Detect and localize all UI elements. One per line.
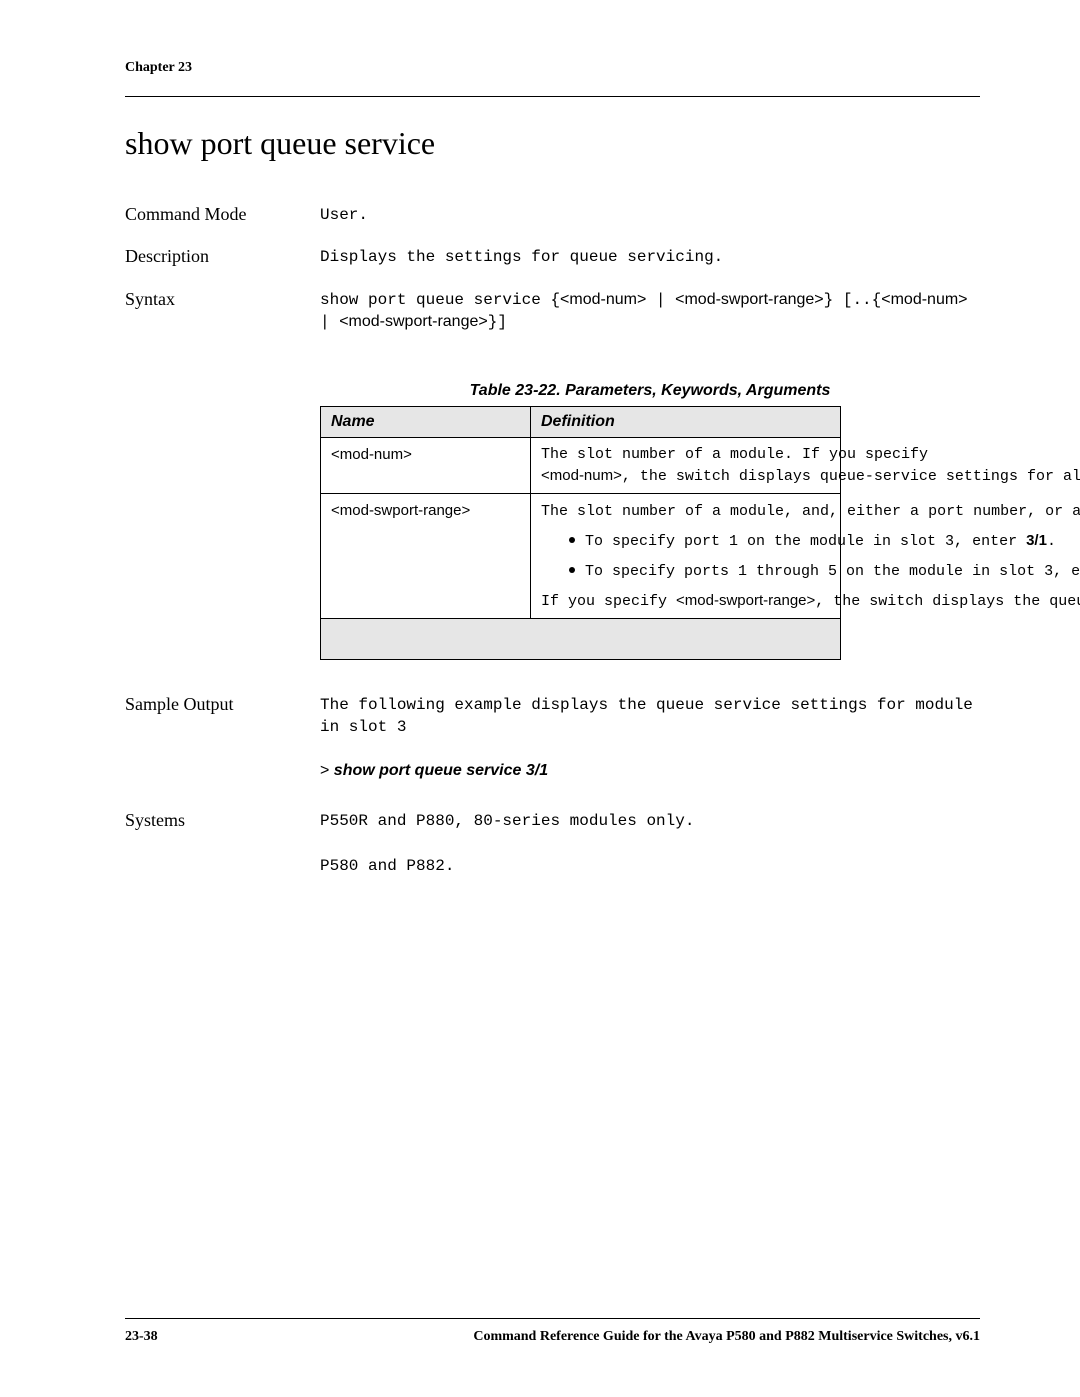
bullet-icon: [569, 567, 575, 573]
command-text: show port queue service 3/1: [334, 762, 548, 779]
book-title: Command Reference Guide for the Avaya P5…: [473, 1329, 980, 1345]
def-text: To specify ports 1 through 5 on the modu…: [585, 563, 1080, 580]
def-text: The slot number of a module, and, either…: [541, 503, 1080, 520]
syntax-arg: <mod-swport-range>: [675, 291, 824, 308]
syntax-text: } [..{: [824, 291, 882, 309]
description-value: Displays the settings for queue servicin…: [320, 246, 980, 268]
syntax-text: |: [320, 313, 339, 331]
table-row-empty: [321, 618, 841, 659]
systems-row: Systems P550R and P880, 80-series module…: [125, 810, 980, 832]
def-emph: 3/1: [1026, 532, 1047, 549]
syntax-row: Syntax show port queue service {<mod-num…: [125, 289, 980, 334]
page-number: 23-38: [125, 1329, 158, 1345]
command-line: > show port queue service 3/1: [320, 762, 980, 780]
def-text: , the switch displays the queue-service …: [815, 593, 1080, 610]
chapter-label: Chapter 23: [125, 60, 980, 76]
syntax-arg: <mod-num>: [881, 291, 967, 308]
syntax-label: Syntax: [125, 289, 320, 334]
prompt: >: [320, 762, 334, 779]
param-name: <mod-swport-range>: [321, 493, 531, 618]
page-title: show port queue service: [125, 125, 980, 162]
table-row: <mod-num> The slot number of a module. I…: [321, 437, 841, 493]
sample-output-label: Sample Output: [125, 694, 320, 739]
syntax-text: |: [646, 291, 675, 309]
sample-output-value: The following example displays the queue…: [320, 694, 980, 739]
def-text: To specify port 1 on the module in slot …: [585, 533, 1026, 550]
table-caption: Table 23-22. Parameters, Keywords, Argum…: [320, 382, 980, 400]
systems-value-2: P580 and P882.: [320, 857, 980, 875]
systems-value: P550R and P880, 80-series modules only.: [320, 810, 980, 832]
bullet-icon: [569, 537, 575, 543]
param-definition: The slot number of a module. If you spec…: [531, 437, 841, 493]
table-header-row: Name Definition: [321, 406, 841, 437]
def-text: , the switch displays queue-service sett…: [622, 468, 1080, 485]
def-text: If you specify: [541, 593, 676, 610]
syntax-arg: <mod-num>: [560, 291, 646, 308]
col-name: Name: [321, 406, 531, 437]
page: Chapter 23 show port queue service Comma…: [0, 0, 1080, 1397]
page-footer: 23-38 Command Reference Guide for the Av…: [125, 1318, 980, 1345]
command-mode-label: Command Mode: [125, 204, 320, 226]
def-text: .: [1047, 533, 1056, 550]
col-definition: Definition: [531, 406, 841, 437]
param-name: <mod-num>: [321, 437, 531, 493]
def-arg: <mod-num>: [541, 467, 622, 484]
systems-label: Systems: [125, 810, 320, 832]
def-arg: <mod-swport-range>: [676, 592, 815, 609]
table-row: <mod-swport-range> The slot number of a …: [321, 493, 841, 618]
def-text: The slot number of a module. If you spec…: [541, 446, 928, 463]
syntax-arg: <mod-swport-range>: [339, 313, 488, 330]
syntax-text: show port queue service {: [320, 291, 560, 309]
command-mode-value: User.: [320, 204, 980, 226]
syntax-text: }]: [488, 313, 507, 331]
syntax-value: show port queue service {<mod-num> | <mo…: [320, 289, 980, 334]
command-mode-row: Command Mode User.: [125, 204, 980, 226]
description-row: Description Displays the settings for qu…: [125, 246, 980, 268]
description-label: Description: [125, 246, 320, 268]
top-rule: [125, 96, 980, 97]
sample-output-row: Sample Output The following example disp…: [125, 694, 980, 739]
param-definition: The slot number of a module, and, either…: [531, 493, 841, 618]
parameters-table: Name Definition <mod-num> The slot numbe…: [320, 406, 841, 660]
footer-rule: [125, 1318, 980, 1319]
